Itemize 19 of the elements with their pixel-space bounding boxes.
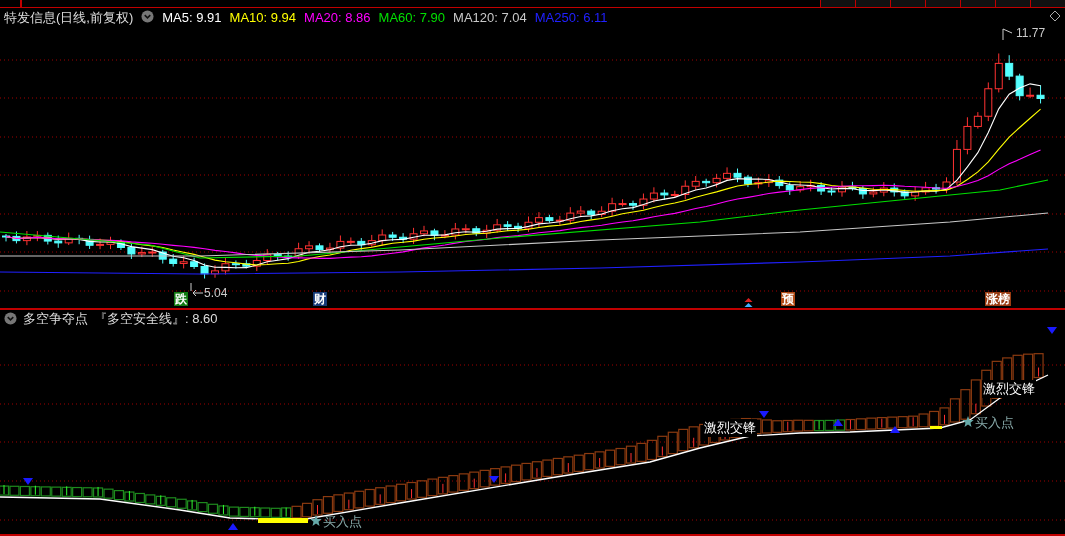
event-marker[interactable]: 跌 <box>174 292 188 306</box>
event-marker[interactable]: 财 <box>313 292 327 306</box>
buy-point-label: 买入点 <box>975 414 1014 432</box>
indicator-label: MA250: 6.11 <box>534 10 608 25</box>
indicator-label: MA20: 8.86 <box>304 10 371 25</box>
event-marker[interactable]: 预 <box>781 292 795 306</box>
event-marker[interactable]: 涨榜 <box>985 292 1011 306</box>
high-price-label: 11.77 <box>1016 26 1046 40</box>
indicator-label: MA10: 9.94 <box>229 10 297 25</box>
chart-title: 特发信息(日线,前复权) <box>4 8 134 27</box>
annotation-label: 激烈交锋 <box>703 419 757 437</box>
indicator-value: 『多空安全线』: 8.60 <box>94 309 218 328</box>
indicator-label: MA120: 7.04 <box>453 10 527 25</box>
low-price-label: 5.04 <box>204 286 228 300</box>
buy-point-label: 买入点 <box>323 513 362 531</box>
indicator-label: MA5: 9.91 <box>162 10 222 25</box>
indicator-label: MA60: 7.90 <box>378 10 446 25</box>
annotation-label: 激烈交锋 <box>982 380 1036 398</box>
indicator-title: 多空争夺点 <box>23 309 88 328</box>
